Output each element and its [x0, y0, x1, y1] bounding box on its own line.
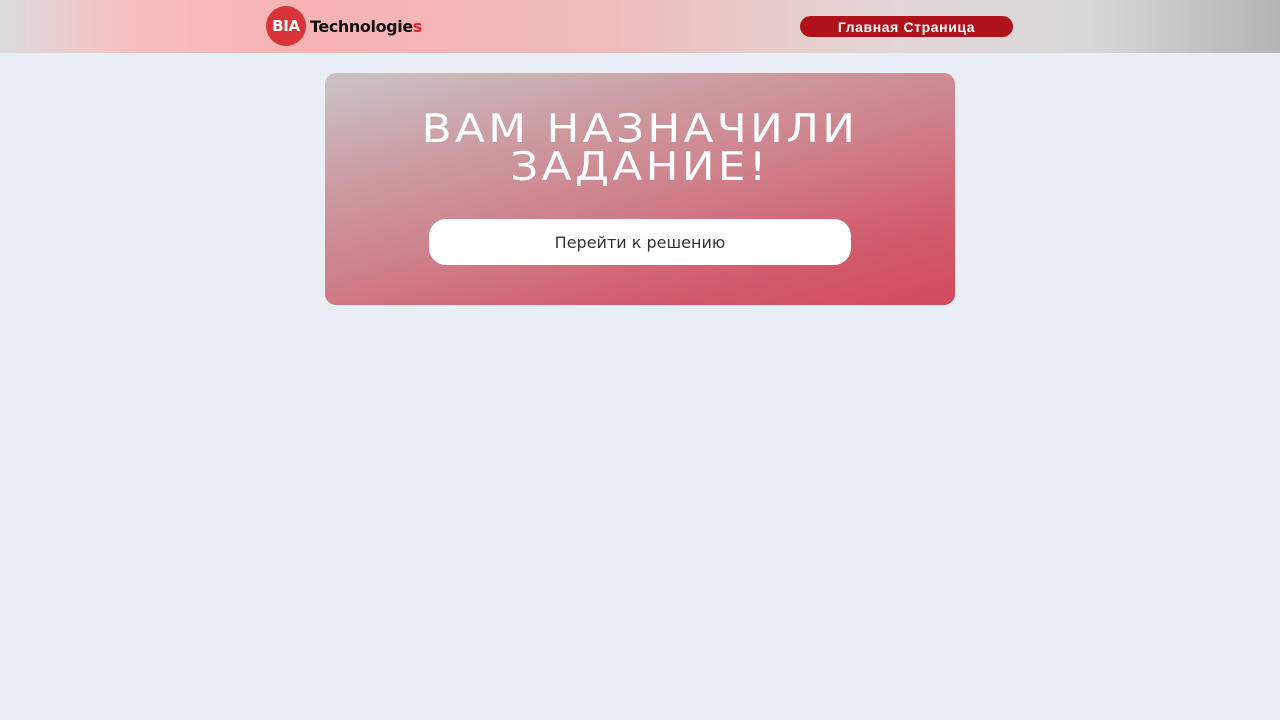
- logo-badge-icon: BIA: [266, 6, 306, 46]
- home-page-button[interactable]: Главная Страница: [800, 16, 1013, 37]
- go-to-solution-button[interactable]: Перейти к решению: [429, 219, 851, 265]
- brand-logo[interactable]: BIA Technologies: [266, 6, 422, 46]
- card-title-line-2: ЗАДАНИЕ!: [510, 145, 770, 190]
- card-title: ВАМ НАЗНАЧИЛИ ЗАДАНИЕ!: [287, 107, 993, 190]
- logo-text-main: Technologie: [310, 16, 413, 36]
- task-assigned-card: ВАМ НАЗНАЧИЛИ ЗАДАНИЕ! Перейти к решению: [325, 73, 955, 305]
- card-title-line-1: ВАМ НАЗНАЧИЛИ: [421, 107, 859, 152]
- logo-text: Technologies: [310, 17, 422, 36]
- logo-text-accent: s: [412, 16, 423, 36]
- top-header: BIA Technologies Главная Страница: [0, 0, 1280, 53]
